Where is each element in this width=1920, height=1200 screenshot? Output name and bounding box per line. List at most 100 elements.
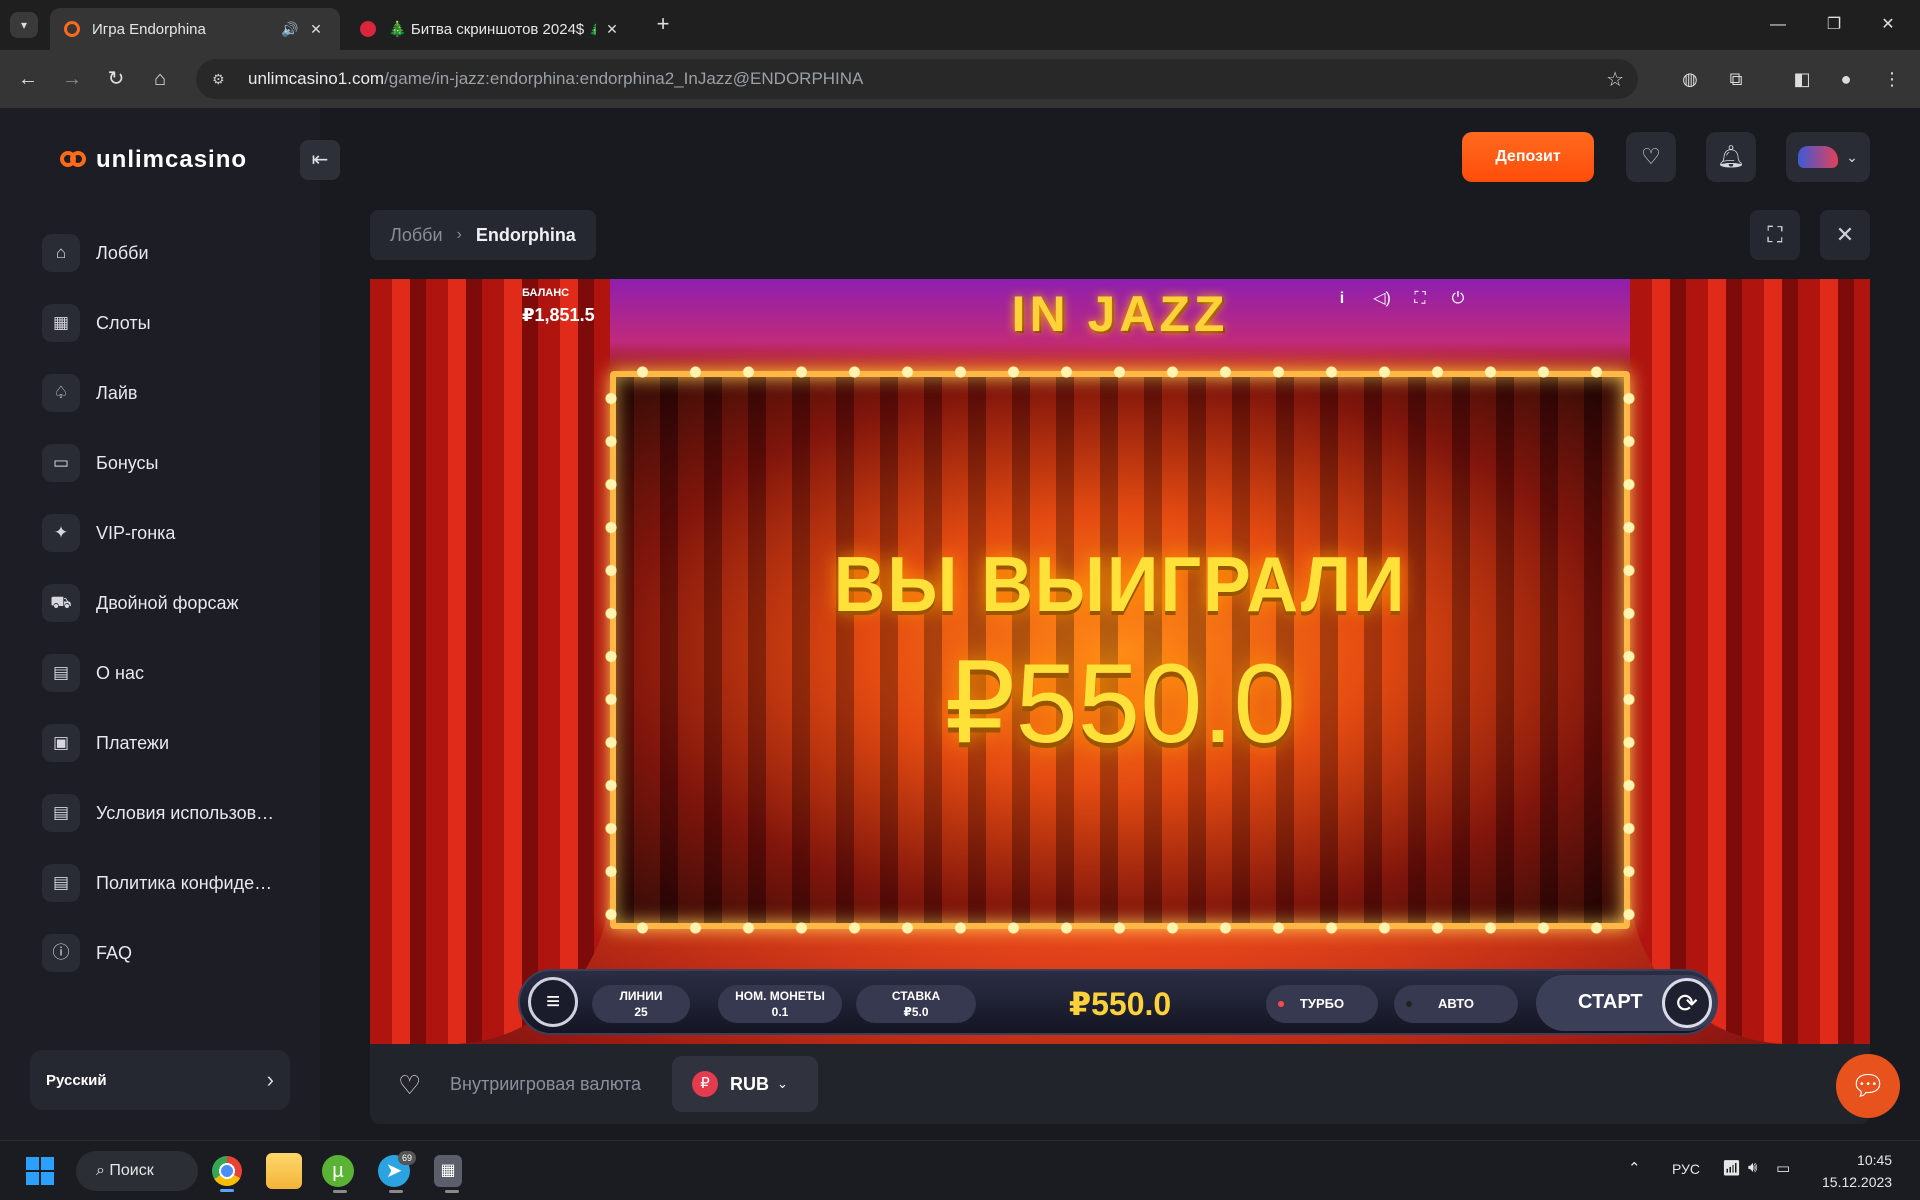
- browser-menu-icon[interactable]: ⋮: [1878, 65, 1906, 93]
- sidebar-item-label: О нас: [96, 662, 144, 683]
- extensions-puzzle-icon[interactable]: ⧉: [1722, 65, 1750, 93]
- close-window-button[interactable]: ✕: [1868, 10, 1908, 40]
- chrome-app-icon[interactable]: [212, 1156, 242, 1192]
- close-game-button[interactable]: ✕: [1820, 210, 1870, 260]
- turbo-label: ТУРБО: [1299, 996, 1345, 1011]
- site-logo[interactable]: unlimcasino: [60, 146, 247, 174]
- file-explorer-icon[interactable]: [266, 1153, 302, 1189]
- sidebar-item-label: VIP-гонка: [96, 522, 176, 543]
- bookmark-star-icon[interactable]: ☆: [1606, 67, 1624, 92]
- volume-icon[interactable]: 🔊︎: [1748, 1159, 1757, 1176]
- balance-value: ₽1,851.5: [522, 305, 595, 325]
- telegram-icon[interactable]: ➤ 69: [378, 1151, 416, 1193]
- game-frame[interactable]: IN JAZZ БАЛАНС ₽1,851.5 i ◁) ⛶ ⏻ ВЫ ВЫИГ…: [370, 279, 1870, 1044]
- sidebar-item-terms[interactable]: ▤ Условия использова...: [42, 778, 276, 848]
- document-icon: ▤: [42, 864, 80, 902]
- currency-code: RUB: [730, 1073, 769, 1094]
- sidebar-item-lobby[interactable]: ⌂ Лобби: [42, 218, 276, 288]
- battery-icon[interactable]: ▭: [1776, 1159, 1790, 1177]
- grid-icon: ▦: [42, 304, 80, 342]
- breadcrumb-lobby-link[interactable]: Лобби: [390, 225, 443, 246]
- in-game-currency-label: Внутриигровая валюта: [450, 1074, 642, 1094]
- sidebar-item-bonuses[interactable]: ▭ Бонусы: [42, 428, 276, 498]
- sidebar-item-double-boost[interactable]: ⛟ Двойной форсаж: [42, 568, 276, 638]
- currency-selector[interactable]: ₽ RUB ⌄: [672, 1056, 818, 1112]
- taskbar-clock[interactable]: 10:45 15.12.2023: [1822, 1149, 1892, 1193]
- collapse-sidebar-button[interactable]: ⇤: [300, 140, 340, 180]
- side-panel-icon[interactable]: ◧: [1788, 65, 1816, 93]
- minimize-button[interactable]: —: [1758, 10, 1798, 40]
- restore-button[interactable]: ❐: [1814, 10, 1854, 40]
- sidebar-item-faq[interactable]: ⓘ FAQ: [42, 918, 276, 988]
- calculator-icon[interactable]: ▦: [434, 1155, 462, 1193]
- sidebar-item-label: Лобби: [96, 242, 149, 263]
- profile-avatar-icon[interactable]: ●: [1832, 65, 1860, 93]
- game-logo-title: IN JAZZ: [1011, 286, 1229, 342]
- notifications-bell-icon[interactable]: 🔔︎: [1706, 132, 1756, 182]
- chevron-right-icon: ›: [266, 1067, 274, 1092]
- curtain-left: [370, 279, 610, 1044]
- speaker-icon[interactable]: 🔊: [280, 21, 300, 38]
- close-tab-icon[interactable]: ✕: [602, 21, 622, 38]
- info-icon: ⓘ: [42, 934, 80, 972]
- deposit-button[interactable]: Депозит: [1462, 132, 1594, 182]
- language-label: Русский: [46, 1071, 107, 1089]
- sidebar-item-payments[interactable]: ▣ Платежи: [42, 708, 276, 778]
- fullscreen-button[interactable]: ⛶: [1750, 210, 1800, 260]
- game-menu-button[interactable]: ≡: [528, 977, 578, 1027]
- address-bar[interactable]: ⚙ unlimcasino1.com/game/in-jazz:endorphi…: [196, 59, 1638, 99]
- tab-list-button[interactable]: ▾: [10, 12, 38, 38]
- panel-win-amount: ₽550.0: [1068, 986, 1172, 1022]
- user-avatar-menu[interactable]: ⌄: [1786, 132, 1870, 182]
- back-button[interactable]: ←: [14, 65, 42, 93]
- turbo-toggle[interactable]: ТУРБО: [1266, 985, 1378, 1023]
- sidebar-item-privacy[interactable]: ▤ Политика конфиден...: [42, 848, 276, 918]
- wifi-icon[interactable]: 📶︎: [1722, 1159, 1741, 1177]
- utorrent-icon[interactable]: µ: [322, 1155, 354, 1193]
- input-language[interactable]: РУС: [1672, 1161, 1700, 1177]
- site-settings-icon[interactable]: ⚙: [212, 71, 232, 88]
- bet-selector[interactable]: СТАВКА ₽5.0: [856, 985, 976, 1023]
- spin-arrows-icon[interactable]: ⟳: [1662, 978, 1712, 1028]
- chip-favicon: [360, 21, 376, 37]
- sidebar-item-about[interactable]: ▤ О нас: [42, 638, 276, 708]
- main-content: Депозит ♡ 🔔︎ ⌄ Лобби › Endorphina ⛶ ✕ IN…: [320, 108, 1920, 1140]
- bet-value: ₽5.0: [903, 1005, 929, 1019]
- favorites-button[interactable]: ♡: [1626, 132, 1676, 182]
- new-tab-button[interactable]: +: [650, 12, 676, 38]
- auto-toggle[interactable]: АВТО: [1394, 985, 1518, 1023]
- globe-extension-icon[interactable]: ◍: [1676, 65, 1704, 93]
- tab-screenshot-battle[interactable]: 🎄 Битва скриншотов 2024$ 🎄 ✕: [346, 8, 636, 50]
- home-button[interactable]: ⌂: [146, 65, 174, 93]
- forward-button[interactable]: →: [58, 65, 86, 93]
- sidebar-item-label: FAQ: [96, 942, 133, 963]
- reload-button[interactable]: ↻: [102, 65, 130, 93]
- lines-selector[interactable]: ЛИНИИ 25: [592, 985, 690, 1023]
- coin-value-selector[interactable]: НОМ. МОНЕТЫ 0.1: [718, 985, 842, 1023]
- url-text: unlimcasino1.com/game/in-jazz:endorphina…: [248, 69, 864, 88]
- start-button[interactable]: СТАРТ ⟳: [1536, 975, 1716, 1031]
- game-info-icon[interactable]: i: [1330, 287, 1354, 311]
- sidebar-item-label: Лайв: [96, 382, 138, 403]
- close-tab-icon[interactable]: ✕: [306, 21, 326, 38]
- game-sound-icon[interactable]: ◁): [1370, 287, 1394, 311]
- sidebar-item-vip-race[interactable]: ✦ VIP-гонка: [42, 498, 276, 568]
- game-fullscreen-icon[interactable]: ⛶: [1408, 287, 1432, 311]
- game-power-icon[interactable]: ⏻: [1446, 287, 1470, 311]
- tray-overflow-chevron-icon[interactable]: ⌃: [1628, 1159, 1641, 1177]
- tab-game[interactable]: Игра Endorphina 🔊 ✕: [50, 8, 340, 50]
- support-chat-button[interactable]: 💬︎: [1836, 1054, 1900, 1118]
- lines-label: ЛИНИИ: [619, 989, 663, 1003]
- add-favorite-heart-icon[interactable]: ♡: [398, 1070, 421, 1101]
- tab-title: Игра Endorphina: [92, 20, 206, 38]
- payment-icon: ▣: [42, 724, 80, 762]
- tab-title: 🎄 Битва скриншотов 2024$ 🎄: [388, 21, 596, 38]
- sidebar-item-slots[interactable]: ▦ Слоты: [42, 288, 276, 358]
- auto-label: АВТО: [1437, 996, 1474, 1011]
- coin-label: НОМ. МОНЕТЫ: [735, 989, 825, 1003]
- taskbar-search[interactable]: ⌕ Поиск: [76, 1151, 198, 1191]
- sidebar: unlimcasino ⇤ ⌂ Лобби ▦ Слоты ♤ Лайв ▭ Б…: [0, 108, 340, 1140]
- sidebar-item-live[interactable]: ♤ Лайв: [42, 358, 276, 428]
- windows-start-icon[interactable]: [26, 1157, 54, 1185]
- language-selector[interactable]: Русский ›: [30, 1050, 290, 1110]
